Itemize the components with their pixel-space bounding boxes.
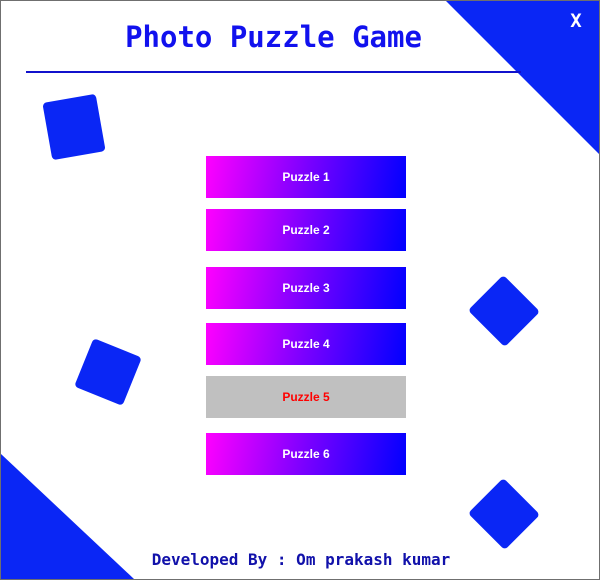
decorative-square — [467, 477, 541, 551]
puzzle-3-button[interactable]: Puzzle 3 — [206, 267, 406, 309]
close-button[interactable]: X — [565, 9, 587, 33]
decorative-square — [467, 274, 541, 348]
puzzle-1-button[interactable]: Puzzle 1 — [206, 156, 406, 198]
app-window: X Photo Puzzle Game Puzzle 1 Puzzle 2 Pu… — [0, 0, 600, 580]
page-title: Photo Puzzle Game — [125, 20, 422, 54]
puzzle-5-button[interactable]: Puzzle 5 — [206, 376, 406, 418]
title-divider — [26, 71, 521, 73]
developer-credit: Developed By : Om prakash kumar — [151, 550, 451, 569]
puzzle-2-button[interactable]: Puzzle 2 — [206, 209, 406, 251]
decorative-square — [42, 93, 106, 161]
puzzle-6-button[interactable]: Puzzle 6 — [206, 433, 406, 475]
puzzle-4-button[interactable]: Puzzle 4 — [206, 323, 406, 365]
decorative-square — [74, 338, 142, 406]
